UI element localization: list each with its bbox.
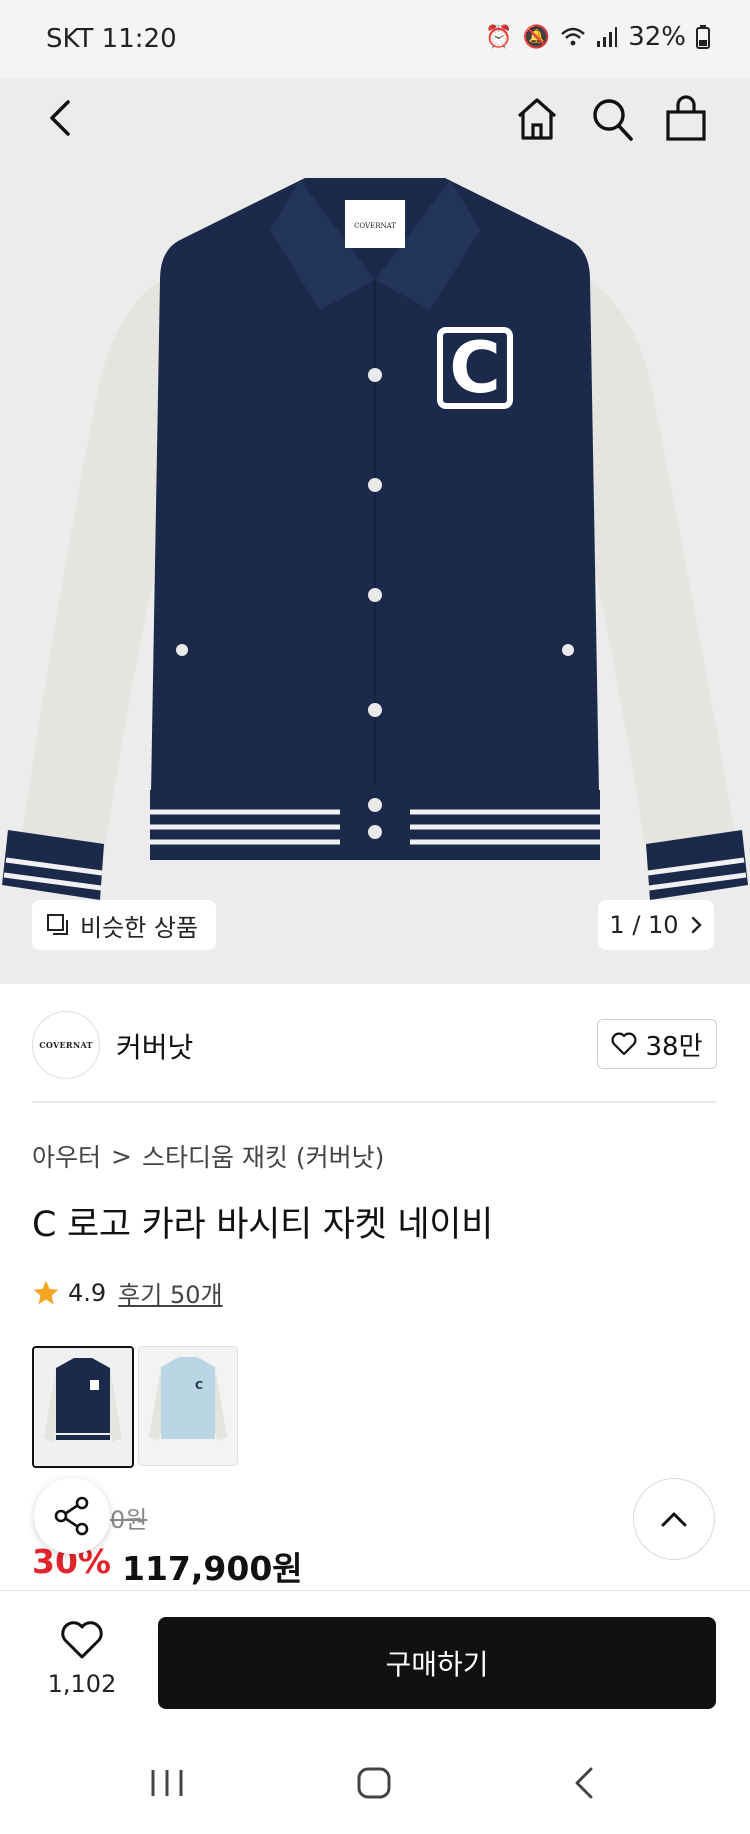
wishlist-button[interactable]: 1,102 [40, 1620, 124, 1698]
star-icon [33, 1280, 59, 1304]
wifi-icon [561, 27, 586, 46]
buy-button[interactable]: 구매하기 [158, 1617, 716, 1709]
status-icons: ⏰ 🔕 32% [485, 22, 710, 52]
color-thumbnail-navy[interactable] [32, 1346, 134, 1468]
color-thumbnail-light-blue[interactable]: C [138, 1346, 238, 1466]
share-button[interactable] [34, 1478, 110, 1554]
brand-like-count: 38만 [645, 1031, 703, 1062]
thumbnail-image [34, 1348, 132, 1466]
status-time: SKT 11:20 [46, 24, 177, 54]
svg-text:C: C [449, 327, 500, 409]
final-price: 117,900원 [122, 1549, 303, 1588]
alarm-icon: ⏰ [485, 24, 513, 50]
similar-items-icon [47, 914, 68, 935]
share-icon [54, 1496, 89, 1536]
divider [32, 1101, 716, 1103]
svg-text:C: C [195, 1379, 203, 1392]
breadcrumb-separator: > [111, 1141, 132, 1171]
thumbnail-image: C [139, 1347, 237, 1465]
chevron-up-icon [661, 1512, 687, 1527]
product-image: COVERNAT C [2, 178, 748, 900]
brand-logo[interactable]: COVERNAT [32, 1011, 100, 1079]
signal-icon [597, 27, 618, 47]
action-bar-divider [0, 1590, 750, 1591]
brand-like-button[interactable]: 38만 [597, 1019, 717, 1069]
back-nav-icon[interactable] [572, 1766, 596, 1800]
page-indicator-text: 1 / 10 [609, 911, 679, 939]
breadcrumb: 아우터 > 스타디움 재킷 (커버낫) [32, 1138, 384, 1174]
product-title: C 로고 카라 바시티 자켓 네이비 [32, 1205, 494, 1245]
breadcrumb-category[interactable]: 아우터 [32, 1138, 101, 1174]
scroll-top-button[interactable] [633, 1478, 715, 1560]
svg-text:COVERNAT: COVERNAT [354, 222, 396, 230]
heart-icon [611, 1032, 637, 1056]
back-icon[interactable] [40, 96, 84, 140]
chevron-right-icon [691, 916, 702, 934]
review-link[interactable]: 후기 50개 [118, 1275, 222, 1310]
battery-icon [696, 25, 710, 49]
home-nav-icon[interactable] [356, 1766, 392, 1800]
breadcrumb-subcategory[interactable]: 스타디움 재킷 (커버낫) [142, 1138, 384, 1174]
similar-products-label: 비슷한 상품 [80, 913, 199, 942]
wishlist-count: 1,102 [47, 1670, 117, 1698]
rating-value: 4.9 [68, 1278, 107, 1307]
search-icon[interactable] [590, 96, 634, 142]
brand-name[interactable]: 커버낫 [116, 1026, 193, 1066]
similar-products-button[interactable]: 비슷한 상품 [32, 900, 217, 950]
recent-apps-icon[interactable] [150, 1768, 184, 1798]
battery-percent: 32% [628, 22, 686, 52]
mute-icon: 🔕 [522, 24, 551, 50]
product-rating: 4.9 후기 50개 [32, 1275, 223, 1310]
shopping-bag-icon[interactable] [664, 94, 708, 142]
heart-icon [61, 1621, 103, 1659]
home-icon[interactable] [515, 96, 559, 142]
image-page-indicator[interactable]: 1 / 10 [598, 900, 714, 950]
original-price: 0원 [110, 1506, 148, 1534]
